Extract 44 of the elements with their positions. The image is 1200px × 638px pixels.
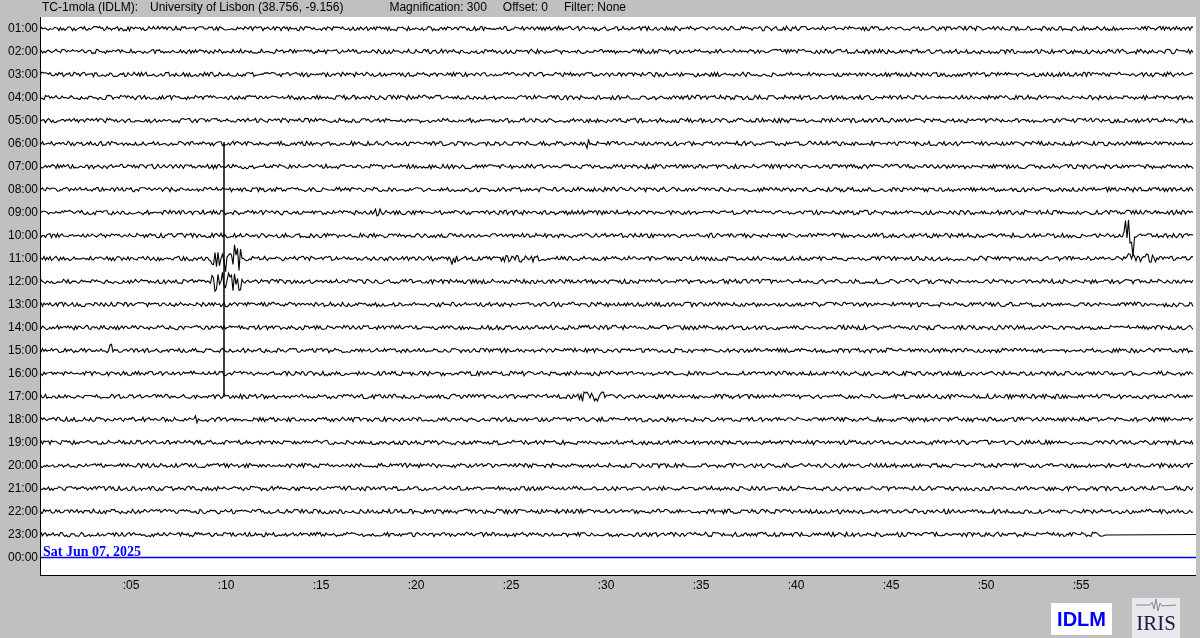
hour-label: 10:00 xyxy=(6,227,39,244)
logo-text: IRIS xyxy=(1136,612,1176,634)
hour-label: 21:00 xyxy=(6,480,39,497)
hour-label: 13:00 xyxy=(6,296,39,313)
hour-label: 12:00 xyxy=(6,273,39,290)
station-location: University of Lisbon (38.756, -9.156) xyxy=(150,0,344,14)
minute-tick-label: :25 xyxy=(502,578,520,592)
station-name: TC-1mola (IDLM): xyxy=(42,0,138,14)
hour-label: 22:00 xyxy=(6,503,39,520)
hour-label: 04:00 xyxy=(6,89,39,106)
waveform-icon xyxy=(1136,598,1176,612)
hour-label: 20:00 xyxy=(6,457,39,474)
hour-label: 09:00 xyxy=(6,204,39,221)
hour-label: 00:00 xyxy=(6,549,39,566)
hour-label: 14:00 xyxy=(6,319,39,336)
hour-label: 06:00 xyxy=(6,135,39,152)
minute-tick-label: :55 xyxy=(1072,578,1090,592)
date-label: Sat Jun 07, 2025 xyxy=(43,544,142,560)
minute-tick-label: :45 xyxy=(882,578,900,592)
minute-tick-label: :15 xyxy=(312,578,330,592)
minute-tick-label: :10 xyxy=(217,578,235,592)
hour-label: 23:00 xyxy=(6,526,39,543)
hour-label: 02:00 xyxy=(6,43,39,60)
hour-label: 05:00 xyxy=(6,112,39,129)
filter-label: Filter: None xyxy=(564,0,627,14)
minute-tick-label: :35 xyxy=(692,578,710,592)
minute-tick-label: :50 xyxy=(977,578,995,592)
hour-label: 08:00 xyxy=(6,181,39,198)
hour-label: 19:00 xyxy=(6,434,39,451)
hour-label: 03:00 xyxy=(6,66,39,83)
offset-label: Offset: 0 xyxy=(502,0,548,14)
idlm-logo: IDLM xyxy=(1051,603,1112,635)
hour-label: 07:00 xyxy=(6,158,39,175)
hour-label: 15:00 xyxy=(6,342,39,359)
hour-label: 11:00 xyxy=(7,250,39,267)
minute-tick-label: :30 xyxy=(597,578,615,592)
minute-tick-label: :20 xyxy=(407,578,425,592)
hour-label: 16:00 xyxy=(6,365,39,382)
hour-label: 17:00 xyxy=(6,388,39,405)
magnification-label: Magnification: 300 xyxy=(389,0,487,14)
hour-label: 01:00 xyxy=(6,20,39,37)
minute-tick-label: :40 xyxy=(787,578,805,592)
minute-tick-label: :05 xyxy=(122,578,140,592)
hour-label: 18:00 xyxy=(6,411,39,428)
